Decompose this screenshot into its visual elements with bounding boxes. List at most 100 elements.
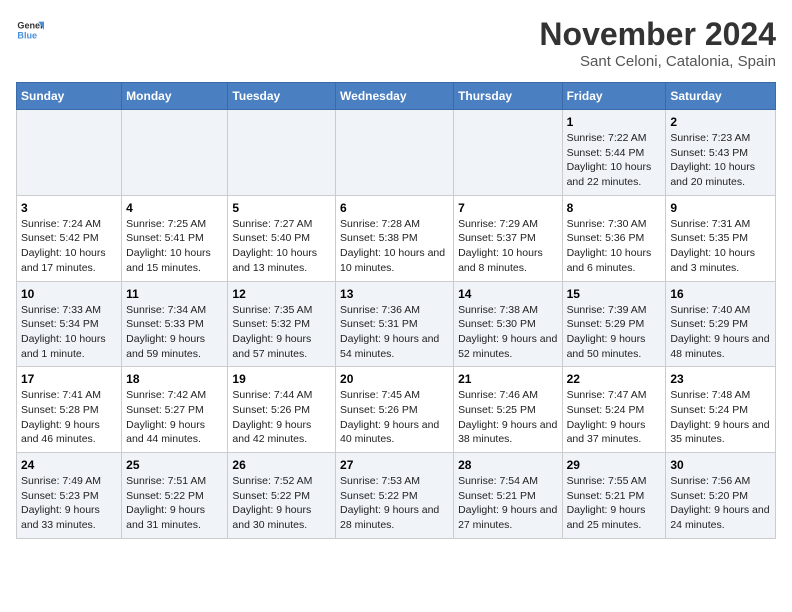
day-number: 14: [458, 287, 558, 301]
header-cell-monday: Monday: [122, 83, 228, 110]
day-info: Sunrise: 7:41 AM Sunset: 5:28 PM Dayligh…: [21, 388, 117, 447]
header-row: SundayMondayTuesdayWednesdayThursdayFrid…: [17, 83, 776, 110]
day-number: 18: [126, 372, 223, 386]
calendar-cell: 3Sunrise: 7:24 AM Sunset: 5:42 PM Daylig…: [17, 195, 122, 281]
day-number: 6: [340, 201, 449, 215]
calendar-cell: [17, 110, 122, 196]
day-info: Sunrise: 7:54 AM Sunset: 5:21 PM Dayligh…: [458, 474, 558, 533]
day-info: Sunrise: 7:31 AM Sunset: 5:35 PM Dayligh…: [670, 217, 771, 276]
title-area: November 2024 Sant Celoni, Catalonia, Sp…: [539, 16, 776, 70]
day-number: 26: [232, 458, 331, 472]
day-info: Sunrise: 7:33 AM Sunset: 5:34 PM Dayligh…: [21, 303, 117, 362]
day-info: Sunrise: 7:39 AM Sunset: 5:29 PM Dayligh…: [567, 303, 662, 362]
header-cell-tuesday: Tuesday: [228, 83, 336, 110]
day-number: 23: [670, 372, 771, 386]
calendar-cell: 2Sunrise: 7:23 AM Sunset: 5:43 PM Daylig…: [666, 110, 776, 196]
day-number: 7: [458, 201, 558, 215]
day-number: 30: [670, 458, 771, 472]
header-cell-friday: Friday: [562, 83, 666, 110]
calendar-cell: 1 Sunrise: 7:22 AM Sunset: 5:44 PM Daylig…: [562, 110, 666, 196]
calendar-cell: 8 Sunrise: 7:30 AM Sunset: 5:36 PM Daylig…: [562, 195, 666, 281]
day-info: Sunrise: 7:35 AM Sunset: 5:32 PM Dayligh…: [232, 303, 331, 362]
calendar-cell: [122, 110, 228, 196]
svg-text:Blue: Blue: [17, 30, 37, 40]
day-number: 16: [670, 287, 771, 301]
calendar-cell: 5Sunrise: 7:27 AM Sunset: 5:40 PM Daylig…: [228, 195, 336, 281]
day-info: Sunrise: 7:34 AM Sunset: 5:33 PM Dayligh…: [126, 303, 223, 362]
calendar-cell: 17 Sunrise: 7:41 AM Sunset: 5:28 PM Dayli…: [17, 367, 122, 453]
day-number: 1: [567, 115, 662, 129]
day-info: Sunrise: 7:46 AM Sunset: 5:25 PM Dayligh…: [458, 388, 558, 447]
calendar-cell: 30Sunrise: 7:56 AM Sunset: 5:20 PM Dayli…: [666, 453, 776, 539]
day-info: Sunrise: 7:49 AM Sunset: 5:23 PM Dayligh…: [21, 474, 117, 533]
calendar-cell: 6Sunrise: 7:28 AM Sunset: 5:38 PM Daylig…: [336, 195, 454, 281]
day-number: 19: [232, 372, 331, 386]
logo: General Blue: [16, 16, 44, 44]
day-number: 29: [567, 458, 662, 472]
calendar-row: 17 Sunrise: 7:41 AM Sunset: 5:28 PM Dayli…: [17, 367, 776, 453]
day-info: Sunrise: 7:25 AM Sunset: 5:41 PM Dayligh…: [126, 217, 223, 276]
logo-icon: General Blue: [16, 16, 44, 44]
header-cell-thursday: Thursday: [454, 83, 563, 110]
calendar-cell: 7 Sunrise: 7:29 AM Sunset: 5:37 PM Daylig…: [454, 195, 563, 281]
calendar-cell: [336, 110, 454, 196]
calendar-cell: 28 Sunrise: 7:54 AM Sunset: 5:21 PM Dayli…: [454, 453, 563, 539]
calendar-cell: 29Sunrise: 7:55 AM Sunset: 5:21 PM Dayli…: [562, 453, 666, 539]
day-info: Sunrise: 7:52 AM Sunset: 5:22 PM Dayligh…: [232, 474, 331, 533]
day-number: 9: [670, 201, 771, 215]
day-number: 24: [21, 458, 117, 472]
calendar-row: 10 Sunrise: 7:33 AM Sunset: 5:34 PM Dayli…: [17, 281, 776, 367]
day-number: 17: [21, 372, 117, 386]
calendar-row: 3Sunrise: 7:24 AM Sunset: 5:42 PM Daylig…: [17, 195, 776, 281]
calendar-cell: 26 Sunrise: 7:52 AM Sunset: 5:22 PM Dayli…: [228, 453, 336, 539]
day-info: Sunrise: 7:22 AM Sunset: 5:44 PM Dayligh…: [567, 131, 662, 190]
header-cell-sunday: Sunday: [17, 83, 122, 110]
calendar-cell: 14 Sunrise: 7:38 AM Sunset: 5:30 PM Dayli…: [454, 281, 563, 367]
calendar-cell: 24 Sunrise: 7:49 AM Sunset: 5:23 PM Dayli…: [17, 453, 122, 539]
day-number: 28: [458, 458, 558, 472]
day-info: Sunrise: 7:40 AM Sunset: 5:29 PM Dayligh…: [670, 303, 771, 362]
day-info: Sunrise: 7:30 AM Sunset: 5:36 PM Dayligh…: [567, 217, 662, 276]
day-info: Sunrise: 7:42 AM Sunset: 5:27 PM Dayligh…: [126, 388, 223, 447]
day-number: 10: [21, 287, 117, 301]
calendar-cell: 11Sunrise: 7:34 AM Sunset: 5:33 PM Dayli…: [122, 281, 228, 367]
calendar-body: 1 Sunrise: 7:22 AM Sunset: 5:44 PM Daylig…: [17, 110, 776, 539]
day-number: 15: [567, 287, 662, 301]
calendar-table: SundayMondayTuesdayWednesdayThursdayFrid…: [16, 82, 776, 539]
calendar-cell: 18 Sunrise: 7:42 AM Sunset: 5:27 PM Dayli…: [122, 367, 228, 453]
day-number: 5: [232, 201, 331, 215]
calendar-cell: 15 Sunrise: 7:39 AM Sunset: 5:29 PM Dayli…: [562, 281, 666, 367]
day-number: 21: [458, 372, 558, 386]
day-number: 20: [340, 372, 449, 386]
calendar-cell: 9 Sunrise: 7:31 AM Sunset: 5:35 PM Daylig…: [666, 195, 776, 281]
day-number: 8: [567, 201, 662, 215]
day-number: 13: [340, 287, 449, 301]
calendar-cell: 27Sunrise: 7:53 AM Sunset: 5:22 PM Dayli…: [336, 453, 454, 539]
header-cell-wednesday: Wednesday: [336, 83, 454, 110]
day-info: Sunrise: 7:23 AM Sunset: 5:43 PM Dayligh…: [670, 131, 771, 190]
subtitle: Sant Celoni, Catalonia, Spain: [539, 53, 776, 70]
header-cell-saturday: Saturday: [666, 83, 776, 110]
day-info: Sunrise: 7:44 AM Sunset: 5:26 PM Dayligh…: [232, 388, 331, 447]
day-info: Sunrise: 7:48 AM Sunset: 5:24 PM Dayligh…: [670, 388, 771, 447]
day-info: Sunrise: 7:38 AM Sunset: 5:30 PM Dayligh…: [458, 303, 558, 362]
day-number: 12: [232, 287, 331, 301]
calendar-row: 1 Sunrise: 7:22 AM Sunset: 5:44 PM Daylig…: [17, 110, 776, 196]
calendar-cell: 10 Sunrise: 7:33 AM Sunset: 5:34 PM Dayli…: [17, 281, 122, 367]
calendar-cell: 22 Sunrise: 7:47 AM Sunset: 5:24 PM Dayli…: [562, 367, 666, 453]
main-title: November 2024: [539, 16, 776, 53]
calendar-cell: 19 Sunrise: 7:44 AM Sunset: 5:26 PM Dayli…: [228, 367, 336, 453]
day-info: Sunrise: 7:51 AM Sunset: 5:22 PM Dayligh…: [126, 474, 223, 533]
header: General Blue November 2024 Sant Celoni, …: [16, 16, 776, 70]
day-info: Sunrise: 7:47 AM Sunset: 5:24 PM Dayligh…: [567, 388, 662, 447]
day-info: Sunrise: 7:29 AM Sunset: 5:37 PM Dayligh…: [458, 217, 558, 276]
day-number: 27: [340, 458, 449, 472]
calendar-cell: 16 Sunrise: 7:40 AM Sunset: 5:29 PM Dayli…: [666, 281, 776, 367]
day-number: 3: [21, 201, 117, 215]
day-number: 22: [567, 372, 662, 386]
calendar-cell: [454, 110, 563, 196]
calendar-cell: [228, 110, 336, 196]
calendar-cell: 13Sunrise: 7:36 AM Sunset: 5:31 PM Dayli…: [336, 281, 454, 367]
day-number: 4: [126, 201, 223, 215]
calendar-cell: 23 Sunrise: 7:48 AM Sunset: 5:24 PM Dayli…: [666, 367, 776, 453]
